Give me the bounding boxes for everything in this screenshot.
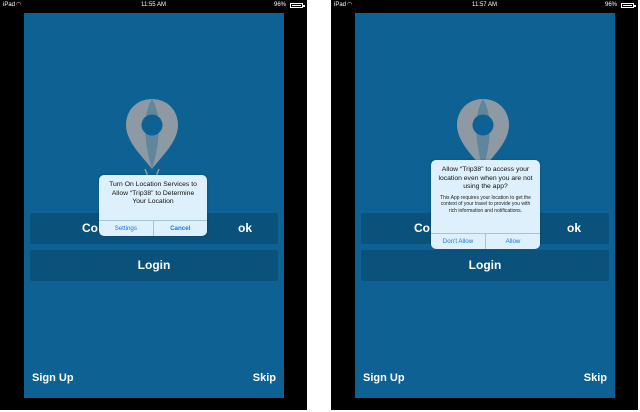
battery-percent: 96% [273, 2, 286, 8]
app-screen: Co ok Login Sign Up Skip Turn On Locatio… [24, 13, 284, 398]
facebook-button-label-end: ok [237, 221, 252, 235]
alert-message: This App requires your location to get t… [440, 194, 531, 214]
status-bar: iPad ◠ 11:57 AM 96% [331, 0, 638, 10]
alert-title: Turn On Location Services to Allow “Trip… [109, 181, 197, 206]
status-time: 11:57 AM [472, 2, 497, 8]
location-services-alert: Turn On Location Services to Allow “Trip… [99, 175, 207, 236]
allow-button[interactable]: Allow [485, 234, 540, 249]
device-screenshot-2: iPad ◠ 11:57 AM 96% Co ok Login Sign Up … [331, 0, 638, 410]
battery-icon [621, 3, 636, 8]
alert-actions: Settings Cancel [99, 220, 207, 236]
skip-link[interactable]: Skip [253, 372, 276, 384]
login-button[interactable]: Login [361, 250, 609, 281]
battery-percent: 96% [604, 2, 617, 8]
facebook-button-label-end: ok [566, 221, 581, 235]
sign-up-link[interactable]: Sign Up [32, 372, 74, 384]
alert-title: Allow “Trip38” to access your location e… [438, 166, 533, 191]
status-bar: iPad ◠ 11:55 AM 96% [0, 0, 307, 10]
device-screenshot-1: iPad ◠ 11:55 AM 96% Co ok Login Sign Up … [0, 0, 307, 410]
facebook-button-label-start: Co [82, 221, 98, 235]
cancel-button[interactable]: Cancel [152, 221, 208, 236]
settings-button[interactable]: Settings [99, 221, 153, 236]
login-button[interactable]: Login [30, 250, 278, 281]
status-time: 11:55 AM [141, 2, 166, 8]
skip-link[interactable]: Skip [584, 372, 607, 384]
app-screen: Co ok Login Sign Up Skip Allow “Trip38” … [355, 13, 615, 398]
sign-up-link[interactable]: Sign Up [363, 372, 405, 384]
dont-allow-button[interactable]: Don't Allow [431, 234, 485, 249]
facebook-button-label-start: Co [414, 221, 430, 235]
alert-actions: Don't Allow Allow [431, 233, 540, 249]
location-permission-alert: Allow “Trip38” to access your location e… [431, 160, 540, 249]
battery-icon [290, 3, 305, 8]
